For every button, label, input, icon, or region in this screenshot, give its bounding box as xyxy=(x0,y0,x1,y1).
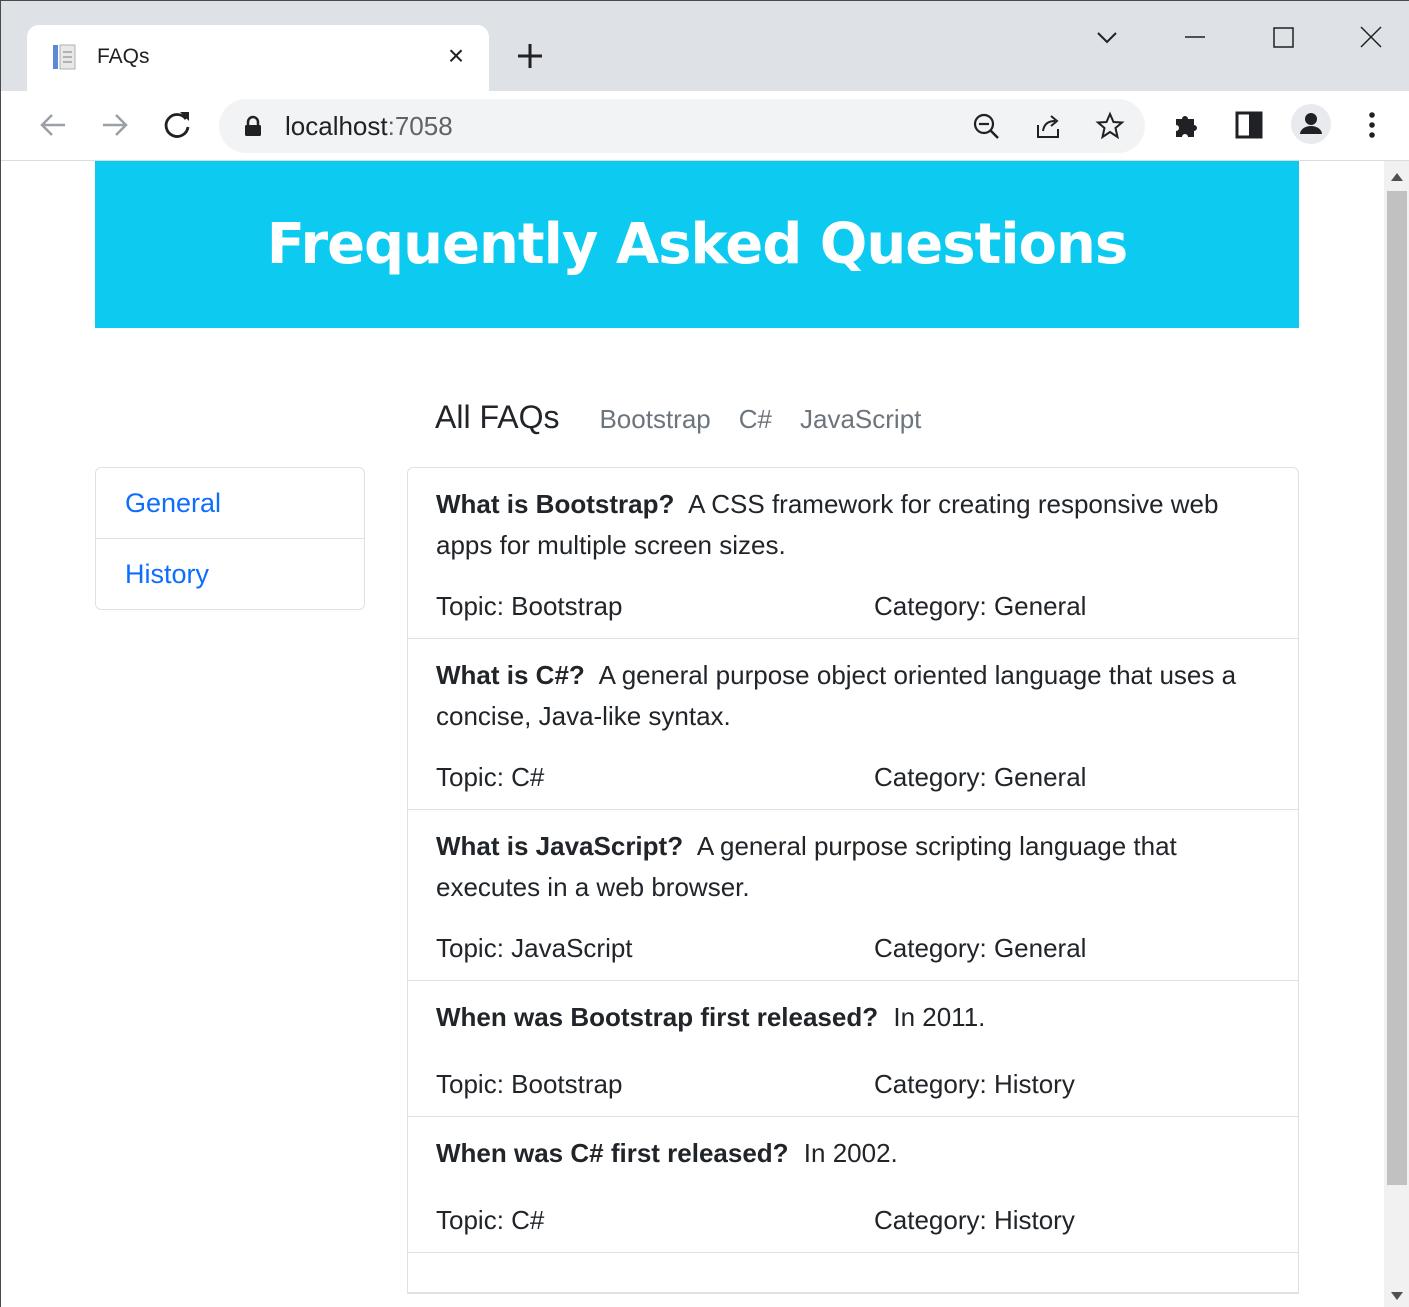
faq-category: Category: General xyxy=(874,933,1087,963)
new-tab-icon[interactable] xyxy=(513,39,547,73)
faq-item: What is JavaScript? A general purpose sc… xyxy=(408,810,1298,981)
faq-question: What is Bootstrap? xyxy=(436,489,675,519)
category-list: General History xyxy=(95,467,365,610)
faq-question: What is C#? xyxy=(436,660,585,690)
faq-meta: Topic: JavaScript Category: General xyxy=(436,930,1270,966)
faq-topic: Topic: Bootstrap xyxy=(436,1069,623,1099)
browser-toolbar: localhost:7058 xyxy=(1,91,1409,161)
faq-meta: Topic: C# Category: General xyxy=(436,759,1270,795)
page-favicon-icon xyxy=(53,44,76,70)
faq-text: What is Bootstrap? A CSS framework for c… xyxy=(436,484,1270,566)
page-viewport: Frequently Asked Questions All FAQs Boot… xyxy=(10,161,1384,1307)
share-icon[interactable] xyxy=(1033,111,1063,141)
tab-strip: FAQs × xyxy=(1,1,1409,91)
forward-arrow-icon[interactable] xyxy=(97,107,133,143)
faq-category: Category: History xyxy=(874,1069,1075,1099)
page-scrollbar[interactable] xyxy=(1384,161,1409,1307)
faq-list: What is Bootstrap? A CSS framework for c… xyxy=(407,467,1299,1294)
reload-icon[interactable] xyxy=(159,107,195,143)
side-panel-icon[interactable] xyxy=(1233,109,1265,141)
profile-avatar[interactable] xyxy=(1291,104,1331,144)
faq-topic: Topic: Bootstrap xyxy=(436,591,623,621)
category-link-general[interactable]: General xyxy=(96,468,364,539)
topic-nav: All FAQs Bootstrap C# JavaScript xyxy=(435,399,949,436)
faq-answer: In 2002. xyxy=(803,1138,898,1168)
tab-search-chevron-icon[interactable] xyxy=(1087,23,1127,53)
faq-question: When was C# first released? xyxy=(436,1138,789,1168)
scroll-down-arrow-icon[interactable] xyxy=(1391,1292,1403,1300)
lock-icon[interactable] xyxy=(243,115,263,137)
address-bar[interactable]: localhost:7058 xyxy=(219,99,1145,153)
faq-answer: In 2011. xyxy=(893,1002,986,1032)
zoom-out-icon[interactable] xyxy=(971,111,1001,141)
faq-meta: Topic: C# Category: History xyxy=(436,1202,1270,1238)
page-title: Frequently Asked Questions xyxy=(266,212,1128,277)
faq-item: When was C# first released? In 2002. Top… xyxy=(408,1117,1298,1253)
faq-category: Category: History xyxy=(874,1205,1075,1235)
faq-topic: Topic: C# xyxy=(436,762,545,792)
faq-item: What is C#? A general purpose object ori… xyxy=(408,639,1298,810)
faq-text: When was C# first released? In 2002. xyxy=(436,1133,1270,1174)
faq-topic: Topic: C# xyxy=(436,1205,545,1235)
faq-question: What is JavaScript? xyxy=(436,831,684,861)
more-menu-icon[interactable] xyxy=(1356,109,1388,141)
extensions-puzzle-icon[interactable] xyxy=(1172,109,1204,141)
faq-item-partial xyxy=(408,1253,1298,1293)
faq-meta: Topic: Bootstrap Category: General xyxy=(436,588,1270,624)
bookmark-star-icon[interactable] xyxy=(1095,111,1125,141)
browser-tab[interactable]: FAQs × xyxy=(27,25,489,91)
topic-link-csharp[interactable]: C# xyxy=(739,404,772,435)
faq-text: When was Bootstrap first released? In 20… xyxy=(436,997,1270,1038)
close-window-icon[interactable] xyxy=(1351,23,1391,53)
url-port: :7058 xyxy=(387,111,453,141)
scroll-up-arrow-icon[interactable] xyxy=(1391,173,1403,181)
maximize-icon[interactable] xyxy=(1263,23,1303,53)
faq-question: When was Bootstrap first released? xyxy=(436,1002,879,1032)
faq-text: What is JavaScript? A general purpose sc… xyxy=(436,826,1270,908)
faq-category: Category: General xyxy=(874,762,1087,792)
close-tab-icon[interactable]: × xyxy=(441,41,471,71)
faq-topic: Topic: JavaScript xyxy=(436,933,633,963)
url-text[interactable]: localhost:7058 xyxy=(285,111,453,141)
tab-title: FAQs xyxy=(97,45,150,68)
page-header-banner: Frequently Asked Questions xyxy=(95,161,1299,328)
faq-text: What is C#? A general purpose object ori… xyxy=(436,655,1270,737)
browser-window: FAQs × localhost:7058 Frequently Asked Q… xyxy=(0,0,1409,1307)
topic-link-javascript[interactable]: JavaScript xyxy=(800,404,921,435)
topic-link-all[interactable]: All FAQs xyxy=(435,399,559,436)
faq-item: When was Bootstrap first released? In 20… xyxy=(408,981,1298,1117)
faq-meta: Topic: Bootstrap Category: History xyxy=(436,1066,1270,1102)
faq-item: What is Bootstrap? A CSS framework for c… xyxy=(408,468,1298,639)
topic-link-bootstrap[interactable]: Bootstrap xyxy=(599,404,710,435)
scrollbar-thumb[interactable] xyxy=(1387,191,1407,1185)
faq-category: Category: General xyxy=(874,591,1087,621)
profile-person-icon xyxy=(1300,113,1322,134)
category-link-history[interactable]: History xyxy=(96,539,364,609)
minimize-icon[interactable] xyxy=(1175,23,1215,53)
back-arrow-icon[interactable] xyxy=(35,107,71,143)
url-host: localhost xyxy=(285,111,388,141)
